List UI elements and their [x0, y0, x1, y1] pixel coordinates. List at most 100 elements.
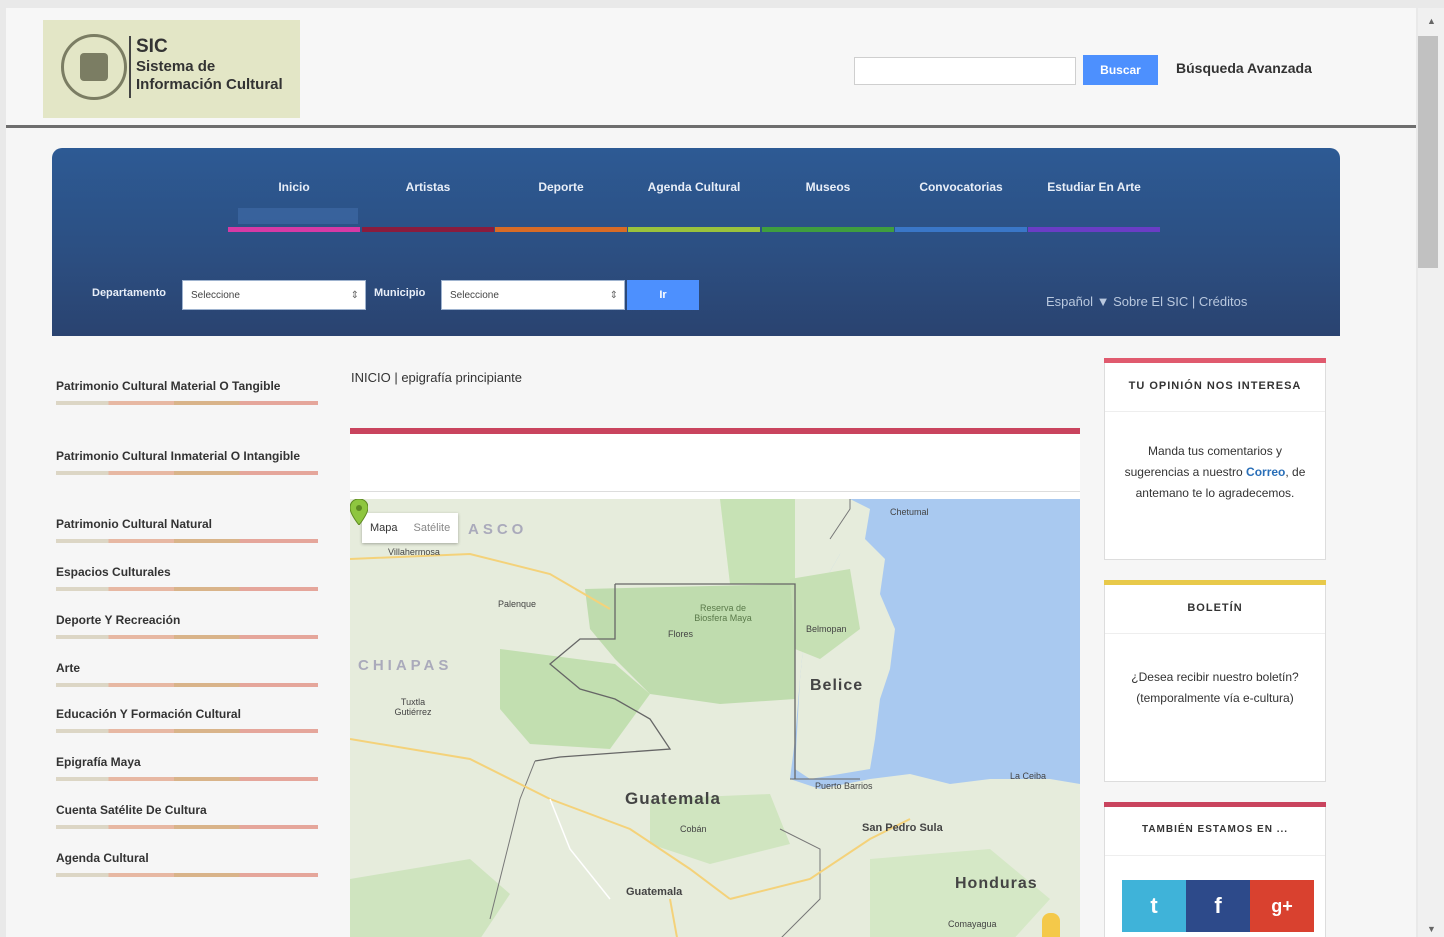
sidebar-item-label: Cuenta Satélite De Cultura: [56, 803, 207, 817]
scroll-down-icon[interactable]: ▼: [1427, 924, 1436, 934]
nav-item-underline: [228, 227, 360, 232]
map-label-coban: Cobán: [680, 824, 707, 834]
search-input[interactable]: [854, 57, 1076, 85]
sidebar-item-divider: [56, 777, 318, 781]
sidebar-item-divider: [56, 471, 318, 475]
street-view-pegman-icon[interactable]: [1042, 913, 1060, 937]
language-selector[interactable]: Español ▼: [1046, 294, 1109, 309]
sidebar-item-divider: [56, 825, 318, 829]
map-label-la-ceiba: La Ceiba: [1010, 771, 1047, 781]
google-plus-icon[interactable]: g+: [1250, 880, 1314, 932]
advanced-search-link[interactable]: Búsqueda Avanzada: [1176, 60, 1312, 76]
select-arrows-icon: ⇕: [350, 290, 359, 301]
map-label-reserva: Reserva de Biosfera Maya: [694, 603, 752, 623]
nav-item-underline: [895, 227, 1027, 232]
facebook-icon[interactable]: f: [1186, 880, 1250, 932]
map-canvas: [350, 499, 1080, 937]
sidebar-item-label: Agenda Cultural: [56, 851, 149, 865]
sidebar-item[interactable]: Cuenta Satélite De Cultura: [56, 800, 322, 829]
nav-item-1[interactable]: Artistas: [362, 180, 494, 194]
opinion-widget-accent: [1104, 358, 1326, 363]
department-select-value: Seleccione: [191, 290, 240, 301]
sidebar-item[interactable]: Patrimonio Cultural Material O Tangible: [56, 376, 322, 405]
nav-item-0[interactable]: Inicio: [228, 180, 360, 194]
map-label-honduras: Honduras: [955, 875, 1038, 892]
content-card: Mapa Satélite Belice Guatemala CHIAPAS A…: [350, 428, 1080, 937]
about-link[interactable]: Sobre El SIC: [1113, 294, 1188, 309]
nav-hover-highlight: [238, 208, 358, 224]
twitter-icon[interactable]: t: [1122, 880, 1186, 932]
sidebar-item-divider: [56, 401, 318, 405]
bulletin-widget-title: BOLETÍN: [1105, 586, 1325, 634]
map-marker-pin-icon[interactable]: [350, 499, 368, 525]
sidebar-item-divider: [56, 587, 318, 591]
logo-emblem-icon: [61, 34, 127, 100]
map-type-satellite-button[interactable]: Satélite: [406, 513, 459, 543]
bulletin-widget-accent: [1104, 580, 1326, 585]
nav-item-5[interactable]: Convocatorias: [895, 180, 1027, 194]
scroll-up-icon[interactable]: ▲: [1427, 16, 1436, 26]
sidebar-item-label: Espacios Culturales: [56, 565, 171, 579]
municipality-label: Municipio: [374, 287, 426, 299]
municipality-select[interactable]: Seleccione ⇕: [441, 280, 625, 310]
content-card-header: [350, 434, 1080, 492]
chevron-down-icon: ▼: [1096, 294, 1110, 309]
map-label-comayagua: Comayagua: [948, 919, 997, 929]
map-label-guatemala-city: Guatemala: [626, 886, 683, 898]
map-label-tabasco: ASCO: [468, 521, 528, 538]
site-header: SIC Sistema de Información Cultural Busc…: [6, 8, 1416, 128]
sidebar-item[interactable]: Agenda Cultural: [56, 848, 322, 877]
nav-item-underline: [762, 227, 894, 232]
email-link[interactable]: Correo: [1246, 465, 1285, 479]
scrollbar-thumb[interactable]: [1418, 36, 1438, 268]
search-button[interactable]: Buscar: [1083, 55, 1158, 85]
map-label-chetumal: Chetumal: [890, 507, 929, 517]
sidebar-item[interactable]: Patrimonio Cultural Natural: [56, 514, 322, 543]
map-type-map-button[interactable]: Mapa: [362, 513, 406, 543]
nav-item-6[interactable]: Estudiar En Arte: [1028, 180, 1160, 194]
filter-go-button[interactable]: Ir: [627, 280, 699, 310]
credits-link[interactable]: Créditos: [1199, 294, 1247, 309]
sidebar-item-label: Patrimonio Cultural Natural: [56, 517, 213, 531]
sidebar-item[interactable]: Educación Y Formación Cultural: [56, 704, 322, 733]
department-label: Departamento: [92, 287, 166, 299]
nav-item-4[interactable]: Museos: [762, 180, 894, 194]
nav-item-underline: [362, 227, 494, 232]
sidebar-item-label: Deporte Y Recreación: [56, 613, 181, 627]
sidebar-item-divider: [56, 873, 318, 877]
map-label-tuxtla: Tuxtla Gutiérrez: [394, 697, 432, 717]
sidebar-item[interactable]: Deporte Y Recreación: [56, 610, 322, 639]
map-type-control: Mapa Satélite: [362, 513, 459, 543]
logo-divider: [129, 36, 131, 98]
site-logo[interactable]: SIC Sistema de Información Cultural: [43, 20, 300, 118]
map-view[interactable]: Mapa Satélite Belice Guatemala CHIAPAS A…: [350, 499, 1080, 937]
sidebar-item-divider: [56, 539, 318, 543]
nav-item-underline: [495, 227, 627, 232]
logo-title-line2: Información Cultural: [136, 76, 283, 93]
sidebar-item[interactable]: Patrimonio Cultural Inmaterial O Intangi…: [56, 446, 322, 475]
page: SIC Sistema de Información Cultural Busc…: [6, 8, 1416, 937]
opinion-widget-text: Manda tus comentarios y sugerencias a nu…: [1124, 444, 1306, 500]
top-links: Español ▼ Sobre El SIC | Créditos: [1046, 294, 1247, 309]
department-select[interactable]: Seleccione ⇕: [182, 280, 366, 310]
sidebar-item-label: Educación Y Formación Cultural: [56, 707, 241, 721]
nav-item-underline: [628, 227, 760, 232]
nav-item-3[interactable]: Agenda Cultural: [628, 180, 760, 194]
bulletin-widget-text[interactable]: ¿Desea recibir nuestro boletín? (tempora…: [1105, 667, 1325, 709]
map-label-palenque: Palenque: [498, 599, 537, 609]
sidebar-item-label: Patrimonio Cultural Material O Tangible: [56, 379, 281, 393]
social-widget-title: TAMBIÉN ESTAMOS EN ...: [1105, 808, 1325, 856]
sidebar-item[interactable]: Epigrafía Maya: [56, 752, 322, 781]
sidebar-item-label: Patrimonio Cultural Inmaterial O Intangi…: [56, 449, 301, 463]
logo-title-line1: Sistema de: [136, 58, 216, 75]
opinion-widget-title: TU OPINIÓN NOS INTERESA: [1105, 364, 1325, 412]
sidebar-item[interactable]: Arte: [56, 658, 322, 687]
breadcrumb: INICIO | epigrafía principiante: [351, 370, 523, 385]
links-separator: |: [1191, 294, 1196, 309]
sidebar-item[interactable]: Espacios Culturales: [56, 562, 322, 591]
logo-acronym: SIC: [136, 36, 168, 57]
page-scrollbar[interactable]: ▲ ▼: [1418, 8, 1444, 937]
nav-item-2[interactable]: Deporte: [495, 180, 627, 194]
municipality-select-value: Seleccione: [450, 290, 499, 301]
map-label-flores: Flores: [668, 629, 694, 639]
